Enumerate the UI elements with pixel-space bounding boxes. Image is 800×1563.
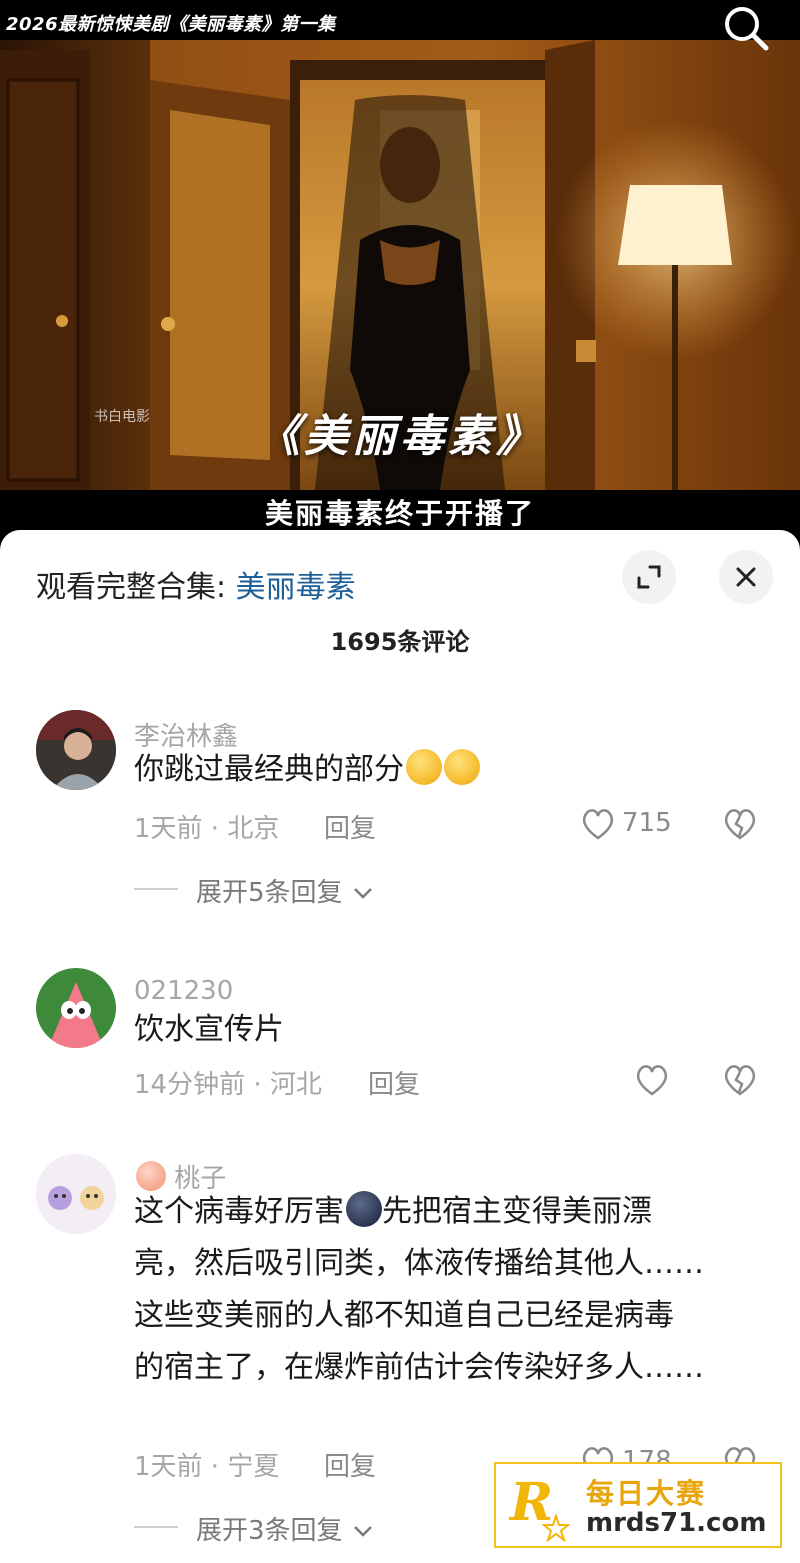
comment-line: 亮，然后吸引同类，体液传播给其他人…… [134, 1246, 704, 1281]
avatar[interactable] [36, 968, 116, 1048]
expand-icon [637, 565, 661, 589]
comment-line: 的宿主了，在爆炸前估计会传染好多人…… [134, 1350, 704, 1385]
avatar[interactable] [36, 710, 116, 790]
expand-divider [134, 888, 178, 890]
site-watermark-badge: R 每日大赛 mrds71.com [494, 1462, 782, 1548]
broken-heart-icon [724, 1065, 756, 1096]
comment-text: 这个病毒好厉害 先把宿主变得美丽漂 亮，然后吸引同类，体液传播给其他人…… 这些变… [134, 1186, 754, 1394]
flushed-face-icon [444, 749, 480, 785]
comment-text: 饮水宣传片 [134, 1012, 284, 1047]
avatar[interactable] [36, 1154, 116, 1234]
comment-line: 这个病毒好厉害 先把宿主变得美丽漂 [134, 1186, 754, 1238]
reply-button[interactable]: 回复 [324, 1446, 376, 1483]
reply-button[interactable]: 回复 [324, 808, 376, 845]
heart-icon [636, 1065, 668, 1096]
like-button[interactable] [578, 804, 618, 844]
reply-button[interactable]: 回复 [368, 1064, 420, 1101]
comment-sheet: 观看完整合集: 美丽毒素 1695条评论 李治林鑫 你跳过最经典的部分 1天前 … [0, 530, 800, 1563]
comment-body: 你跳过最经典的部分 [134, 752, 404, 787]
video-player[interactable]: 2026最新惊悚美剧《美丽毒素》第一集 书白电影 《美丽毒素》 美丽毒素终于开播… [0, 0, 800, 540]
site-url: mrds71.com [586, 1508, 767, 1538]
dislike-button[interactable] [720, 1060, 760, 1100]
expand-button[interactable] [622, 550, 676, 604]
expand-replies-button[interactable]: 展开5条回复 [196, 872, 375, 909]
collection-label: 观看完整合集: [36, 570, 236, 605]
like-count: 715 [622, 808, 672, 838]
broken-heart-icon [724, 809, 756, 840]
close-button[interactable] [719, 550, 773, 604]
like-button[interactable] [632, 1060, 672, 1100]
chevron-down-icon [353, 888, 372, 899]
collection-link[interactable]: 美丽毒素 [236, 570, 356, 605]
show-title-overlay: 《美丽毒素》 [256, 411, 544, 462]
comment-text: 你跳过最经典的部分 [134, 744, 754, 796]
comment-body: 这个病毒好厉害 [134, 1194, 344, 1229]
expand-divider [134, 1526, 178, 1528]
comment-body: 先把宿主变得美丽漂 [382, 1194, 652, 1229]
comment-meta: 1天前 · 宁夏 [134, 1452, 280, 1482]
video-subtitle: 美丽毒素终于开播了 [264, 497, 535, 530]
video-title: 2026最新惊悚美剧《美丽毒素》第一集 [6, 14, 336, 35]
comment-line: 这些变美丽的人都不知道自己已经是病毒 [134, 1298, 674, 1333]
star-icon [542, 1514, 570, 1542]
chevron-down-icon [353, 1526, 372, 1537]
site-name: 每日大赛 [586, 1477, 707, 1510]
comment-username[interactable]: 021230 [134, 976, 233, 1006]
search-button[interactable] [718, 2, 774, 54]
comment-count: 1695条评论 [330, 628, 470, 656]
comment-meta: 14分钟前 · 河北 [134, 1070, 322, 1100]
pleading-face-icon [406, 749, 442, 785]
heart-icon [582, 809, 614, 840]
search-icon [725, 7, 769, 51]
comment-meta: 1天前 · 北京 [134, 814, 280, 844]
dark-face-icon [346, 1191, 382, 1227]
dislike-button[interactable] [720, 804, 760, 844]
close-icon [736, 567, 756, 587]
expand-replies-label: 展开3条回复 [196, 1516, 343, 1546]
collection-header: 观看完整合集: 美丽毒素 [36, 562, 356, 606]
expand-replies-label: 展开5条回复 [196, 878, 343, 908]
expand-replies-button[interactable]: 展开3条回复 [196, 1510, 375, 1547]
